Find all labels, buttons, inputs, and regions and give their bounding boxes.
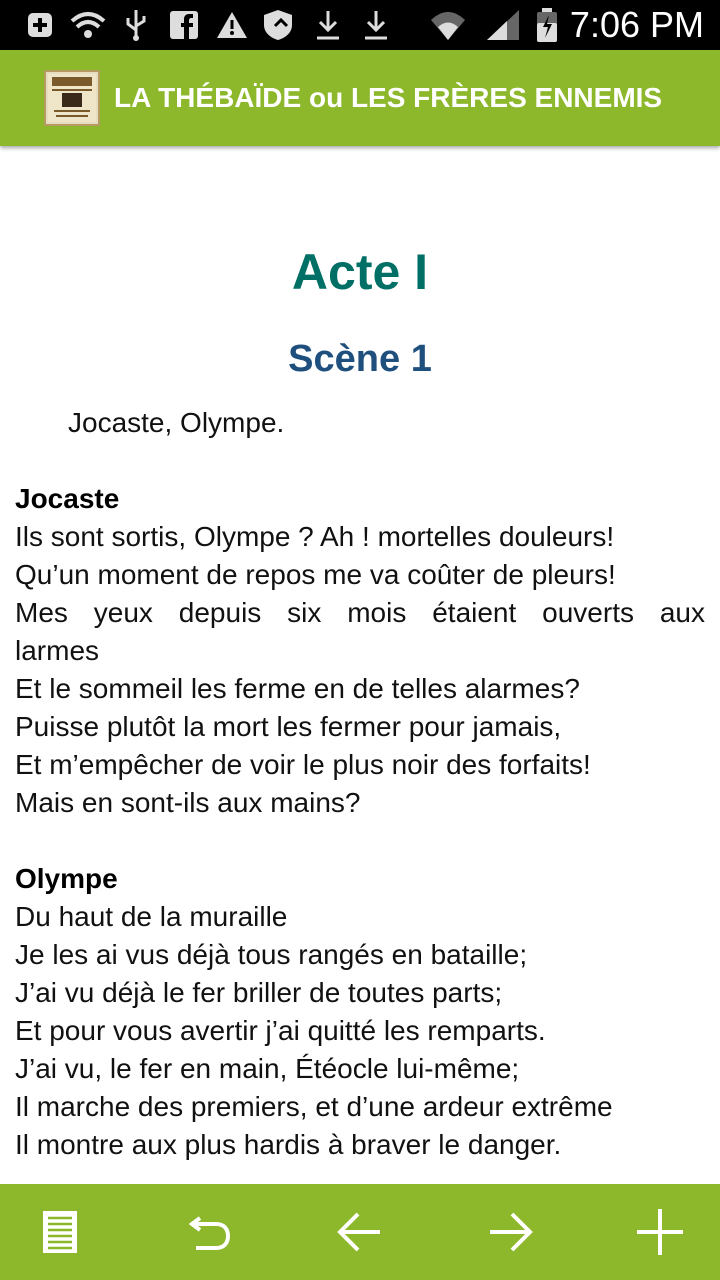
- plus-notification-icon: [24, 8, 56, 42]
- speaker-name: Jocaste: [15, 483, 120, 514]
- signal-icon: [484, 8, 524, 42]
- bottom-toolbar: [0, 1184, 720, 1280]
- speech-lines: Ils sont sortis, Olympe ? Ah ! mortelles…: [15, 518, 705, 822]
- contents-button[interactable]: [30, 1202, 90, 1262]
- arrow-right-icon: [490, 1212, 533, 1252]
- wifi-hotspot-icon: [68, 8, 108, 42]
- zoom-in-button[interactable]: [630, 1202, 690, 1262]
- verse-line: J’ai vu, le fer en main, Étéocle lui-mêm…: [15, 1053, 520, 1084]
- arrow-left-icon: [337, 1212, 380, 1252]
- verse-line: larmes: [15, 635, 100, 666]
- previous-button[interactable]: [330, 1202, 390, 1262]
- verse-line: Puisse plutôt la mort les fermer pour ja…: [15, 711, 562, 742]
- app-bar: LA THÉBAÏDE ou LES FRÈRES ENNEMIS: [0, 50, 720, 146]
- verse-line: Mes yeux depuis six mois étaient ouverts…: [15, 597, 705, 628]
- verse-line: Et le sommeil les ferme en de telles ala…: [15, 673, 580, 704]
- verse-line: Il montre aux plus hardis à braver le da…: [15, 1129, 562, 1160]
- facebook-icon: [168, 8, 200, 42]
- verse-line: Je les ai vus déjà tous rangés en batail…: [15, 939, 528, 970]
- verse-line: Ils sont sortis, Olympe ? Ah ! mortelles…: [15, 521, 615, 552]
- contents-icon: [43, 1211, 77, 1253]
- verse-line: Il marche des premiers, et d’une ardeur …: [15, 1091, 613, 1122]
- undo-button[interactable]: [180, 1202, 240, 1262]
- download-icon: [314, 8, 342, 42]
- verse-line: Du haut de la muraille: [15, 901, 288, 932]
- cast-list: Jocaste, Olympe.: [68, 407, 285, 438]
- battery-icon: [534, 8, 560, 42]
- verse-line: Et pour vous avertir j’ai quitté les rem…: [15, 1015, 546, 1046]
- act-title: Acte I: [291, 244, 429, 300]
- app-title: LA THÉBAÏDE ou LES FRÈRES ENNEMIS: [114, 82, 663, 113]
- verse-line: J’ai vu déjà le fer briller de toutes pa…: [15, 977, 503, 1008]
- status-bar: 7:06 PM: [0, 0, 720, 50]
- plus-icon: [637, 1209, 683, 1255]
- usb-icon: [122, 8, 150, 42]
- status-time: 7:06 PM: [569, 4, 704, 45]
- verse-line: Et m’empêcher de voir le plus noir des f…: [15, 749, 591, 780]
- shield-icon: [260, 8, 300, 42]
- undo-icon: [188, 1216, 231, 1250]
- warning-icon: [214, 8, 250, 42]
- reader-content[interactable]: Acte I Scène 1 Jocaste, Olympe. Jocaste …: [0, 146, 720, 1184]
- verse-line: Qu’un moment de repos me va coûter de pl…: [15, 559, 616, 590]
- wifi-icon: [428, 8, 468, 42]
- speech-lines: Du haut de la muraille Je les ai vus déj…: [15, 898, 705, 1164]
- verse-line: Mais en sont-ils aux mains?: [15, 787, 361, 818]
- book-cover-icon[interactable]: [44, 70, 100, 126]
- scene-title: Scène 1: [288, 338, 432, 380]
- next-button[interactable]: [480, 1202, 540, 1262]
- speaker-name: Olympe: [15, 863, 118, 894]
- download-icon: [362, 8, 390, 42]
